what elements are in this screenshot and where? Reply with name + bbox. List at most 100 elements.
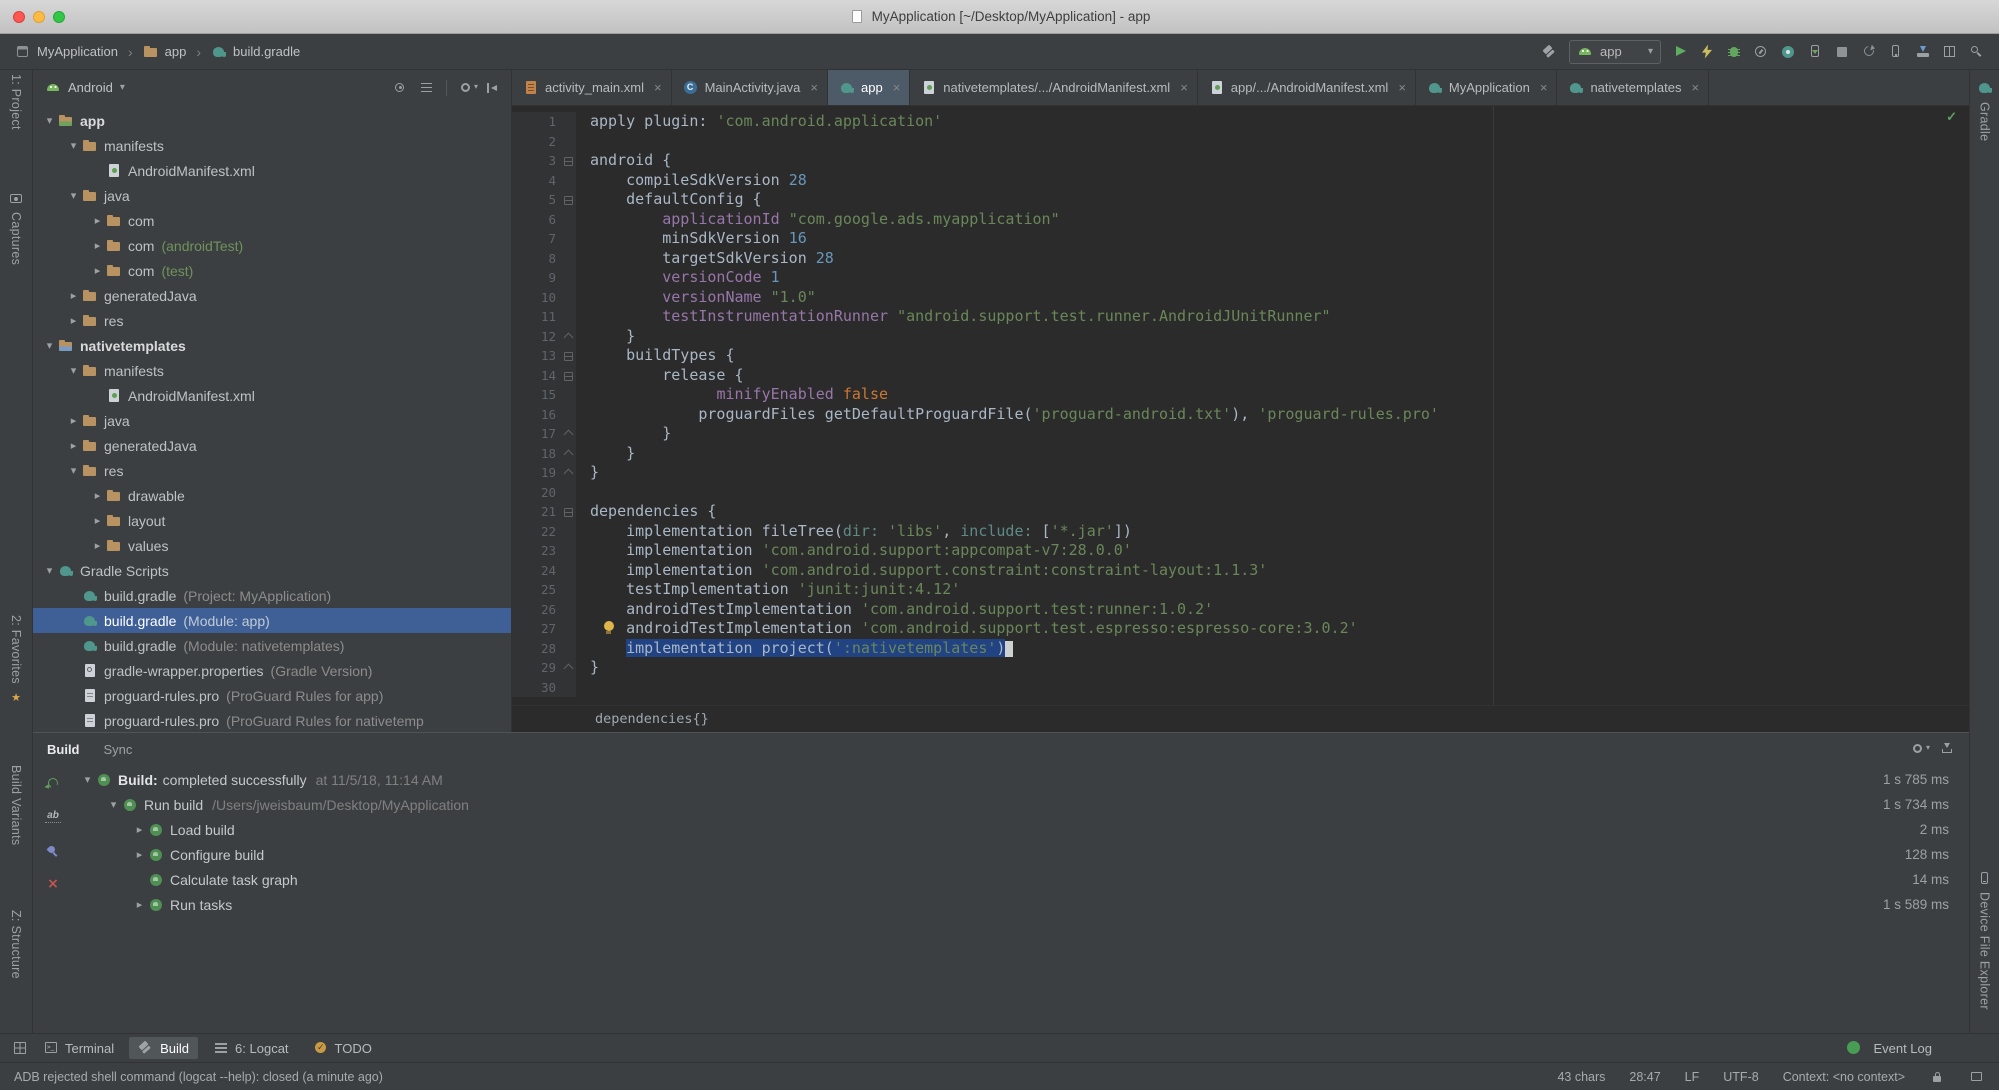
breadcrumb-item-app[interactable]: app	[138, 42, 192, 62]
indicator-icon[interactable]	[1969, 1069, 1985, 1085]
code-line-6[interactable]: 6 applicationId "com.google.ads.myapplic…	[512, 209, 1969, 229]
code-line-30[interactable]: 30	[512, 677, 1969, 697]
tree-item-com-androidtest[interactable]: ▸ com (androidTest)	[33, 233, 511, 258]
attach-debugger-icon[interactable]	[1807, 44, 1823, 60]
collapse-arrow-icon[interactable]: ▾	[65, 139, 82, 152]
collapse-arrow-icon[interactable]: ▾	[65, 189, 82, 202]
expand-arrow-icon[interactable]: ▸	[89, 539, 106, 552]
expand-arrow-icon[interactable]: ▸	[89, 514, 106, 527]
code-line-25[interactable]: 25 testImplementation 'junit:junit:4.12'	[512, 580, 1969, 600]
editor-tab-myapplication[interactable]: MyApplication ×	[1416, 70, 1558, 105]
code-line-15[interactable]: 15 minifyEnabled false	[512, 385, 1969, 405]
run-configuration-selector[interactable]: app ▾	[1569, 39, 1661, 64]
expand-arrow-icon[interactable]: ▸	[65, 314, 82, 327]
tree-item-generatedjava[interactable]: ▸ generatedJava	[33, 433, 511, 458]
intention-bulb-icon[interactable]	[602, 621, 615, 636]
toolwindow-button-6-logcat[interactable]: 6: Logcat	[204, 1037, 298, 1059]
event-log-button[interactable]: 2 Event Log	[1837, 1037, 1941, 1059]
tab-close-icon[interactable]: ×	[1398, 80, 1406, 95]
code-line-5[interactable]: 5 defaultConfig {	[512, 190, 1969, 210]
expand-arrow-icon[interactable]: ▸	[89, 239, 106, 252]
tree-item-build-gradle-module-app[interactable]: build.gradle (Module: app)	[33, 608, 511, 633]
build-row-run-build[interactable]: ▾ Run build/Users/jweisbaum/Desktop/MyApp…	[73, 792, 1969, 817]
code-line-10[interactable]: 10 versionName "1.0"	[512, 287, 1969, 307]
build-panel-tab-sync[interactable]: Sync	[104, 742, 133, 757]
collapse-arrow-icon[interactable]: ▾	[65, 464, 82, 477]
close-red-icon[interactable]	[45, 876, 61, 893]
code-line-19[interactable]: 19}	[512, 463, 1969, 483]
expand-arrow-icon[interactable]: ▸	[131, 848, 148, 861]
build-row-configure-build[interactable]: ▸ Configure build 128 ms	[73, 842, 1969, 867]
toolwindow-stripe-button-device-file-explorer[interactable]: Device File Explorer	[1970, 870, 1999, 1010]
expand-arrow-icon[interactable]: ▸	[65, 439, 82, 452]
fold-open-icon[interactable]	[564, 371, 573, 381]
tree-item-androidmanifest-xml[interactable]: AndroidManifest.xml	[33, 383, 511, 408]
editor-breadcrumb[interactable]: dependencies{}	[595, 711, 709, 727]
toolwindow-stripe-button-build-variants[interactable]: Build Variants	[0, 765, 32, 845]
tree-item-androidmanifest-xml[interactable]: AndroidManifest.xml	[33, 158, 511, 183]
sync-project-icon[interactable]	[1861, 44, 1877, 60]
expand-arrow-icon[interactable]: ▸	[131, 898, 148, 911]
tree-item-res[interactable]: ▸ res	[33, 308, 511, 333]
tree-item-nativetemplates[interactable]: ▾ nativetemplates	[33, 333, 511, 358]
editor-tab-nativetemplates[interactable]: nativetemplates ×	[1557, 70, 1710, 105]
expand-arrow-icon[interactable]: ▸	[89, 214, 106, 227]
code-line-21[interactable]: 21 dependencies {	[512, 502, 1969, 522]
code-line-12[interactable]: 12 }	[512, 326, 1969, 346]
tree-item-build-gradle-module-nativetemplates[interactable]: build.gradle (Module: nativetemplates)	[33, 633, 511, 658]
expand-arrow-icon[interactable]: ▸	[131, 823, 148, 836]
avd-manager-icon[interactable]	[1888, 44, 1904, 60]
build-hammer-icon[interactable]	[1542, 44, 1558, 60]
toolwindow-button-todo[interactable]: TODO	[304, 1037, 381, 1059]
fold-end-icon[interactable]	[563, 449, 574, 459]
build-row-calculate-task-graph[interactable]: Calculate task graph 14 ms	[73, 867, 1969, 892]
run-icon[interactable]	[1672, 44, 1688, 60]
toolwindow-stripe-button-gradle[interactable]: Gradle	[1970, 80, 1999, 141]
settings-gear-icon[interactable]	[1910, 741, 1930, 757]
tree-item-layout[interactable]: ▸ layout	[33, 508, 511, 533]
status-context[interactable]: Context: <no context>	[1783, 1070, 1905, 1084]
code-line-2[interactable]: 2	[512, 131, 1969, 151]
code-line-23[interactable]: 23 implementation 'com.android.support:a…	[512, 541, 1969, 561]
code-line-27[interactable]: 27 androidTestImplementation 'com.androi…	[512, 619, 1969, 639]
profiler-icon[interactable]	[1780, 44, 1796, 60]
code-line-18[interactable]: 18 }	[512, 443, 1969, 463]
pin-icon[interactable]	[45, 843, 61, 859]
code-line-16[interactable]: 16 proguardFiles getDefaultProguardFile(…	[512, 404, 1969, 424]
code-line-14[interactable]: 14 release {	[512, 365, 1969, 385]
code-line-7[interactable]: 7 minSdkVersion 16	[512, 229, 1969, 249]
code-line-24[interactable]: 24 implementation 'com.android.support.c…	[512, 560, 1969, 580]
locate-icon[interactable]	[392, 80, 408, 96]
tree-item-java[interactable]: ▸ java	[33, 408, 511, 433]
fold-end-icon[interactable]	[563, 332, 574, 342]
tree-item-drawable[interactable]: ▸ drawable	[33, 483, 511, 508]
code-line-17[interactable]: 17 }	[512, 424, 1969, 444]
toolwindow-stripe-button-2-favorites[interactable]: 2: Favorites	[0, 615, 32, 706]
code-line-28[interactable]: 28 implementation project(':nativetempla…	[512, 638, 1969, 658]
tree-item-proguard-rules-pro-proguard-rules-for-app[interactable]: proguard-rules.pro (ProGuard Rules for ap…	[33, 683, 511, 708]
tree-item-build-gradle-project-myapplication[interactable]: build.gradle (Project: MyApplication)	[33, 583, 511, 608]
code-line-4[interactable]: 4 compileSdkVersion 28	[512, 170, 1969, 190]
inspection-status-icon[interactable]	[1946, 109, 1957, 125]
status-encoding[interactable]: UTF-8	[1723, 1070, 1758, 1084]
tab-close-icon[interactable]: ×	[1540, 80, 1548, 95]
build-panel-tab-build[interactable]: Build	[47, 742, 80, 757]
tree-item-app[interactable]: ▾ app	[33, 108, 511, 133]
rerun-build-icon[interactable]	[45, 775, 61, 791]
expand-arrow-icon[interactable]: ▸	[89, 264, 106, 277]
settings-gear-icon[interactable]	[458, 80, 478, 96]
collapse-arrow-icon[interactable]: ▾	[65, 364, 82, 377]
fold-open-icon[interactable]	[564, 352, 573, 361]
export-icon[interactable]	[1939, 741, 1955, 757]
collapse-arrow-icon[interactable]: ▾	[79, 773, 96, 786]
toolwindow-button-build[interactable]: Build	[129, 1037, 199, 1059]
tab-close-icon[interactable]: ×	[893, 80, 901, 95]
code-line-26[interactable]: 26 androidTestImplementation 'com.androi…	[512, 599, 1969, 619]
tree-item-res[interactable]: ▾ res	[33, 458, 511, 483]
build-row-load-build[interactable]: ▸ Load build 2 ms	[73, 817, 1969, 842]
tree-item-proguard-rules-pro-proguard-rules-for-nativetemp[interactable]: proguard-rules.pro (ProGuard Rules for na…	[33, 708, 511, 732]
code-line-8[interactable]: 8 targetSdkVersion 28	[512, 248, 1969, 268]
editor-tab-activity-main-xml[interactable]: activity_main.xml ×	[512, 70, 672, 105]
code-line-9[interactable]: 9 versionCode 1	[512, 268, 1969, 288]
toolwindow-button-terminal[interactable]: Terminal	[34, 1037, 123, 1059]
